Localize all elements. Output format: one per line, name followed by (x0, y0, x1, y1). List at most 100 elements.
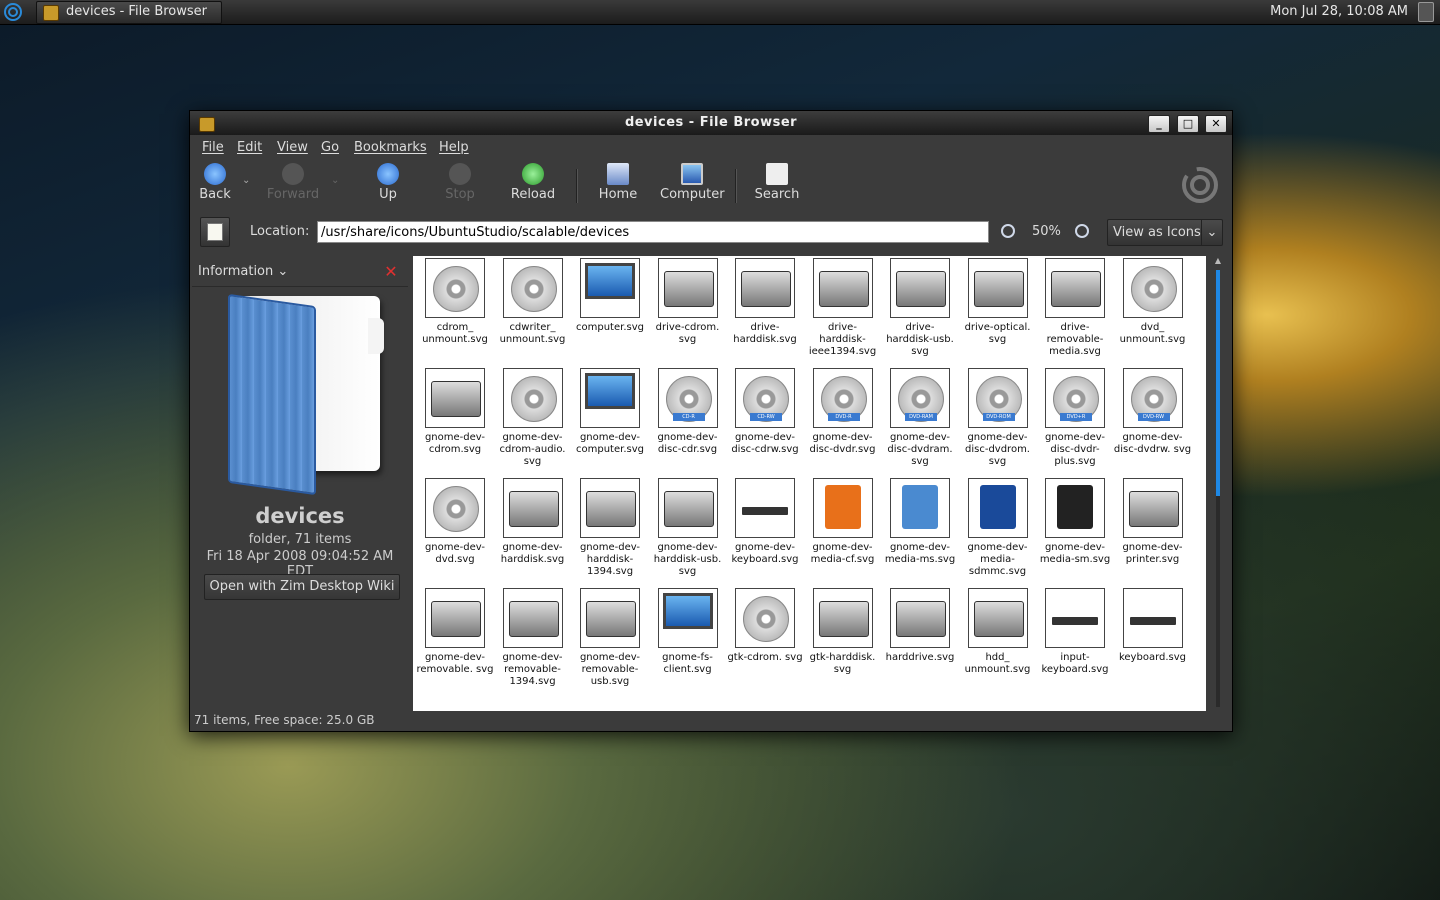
close-side-pane-icon[interactable]: ✕ (383, 264, 399, 280)
file-thumbnail-icon (425, 588, 485, 648)
home-button[interactable]: Home (598, 163, 638, 202)
file-thumbnail-icon: CD-R (657, 368, 718, 428)
ubuntustudio-menu-icon[interactable] (2, 1, 24, 23)
file-thumbnail-icon: DVD-R (812, 368, 873, 428)
file-thumbnail-icon (1122, 478, 1183, 538)
information-side-pane: Information ⌄ ✕ devices folder, 71 items… (192, 256, 408, 711)
trash-icon[interactable] (1418, 2, 1434, 22)
taskbar-button-file-browser[interactable]: devices - File Browser (36, 1, 222, 24)
file-item[interactable]: gnome-dev- cdrom.svg (416, 368, 494, 456)
file-item[interactable]: gnome-dev- printer.svg (1114, 478, 1192, 566)
file-item[interactable]: gtk-cdrom. svg (726, 588, 804, 664)
file-item[interactable]: gnome-dev- media- sdmmc.svg (959, 478, 1037, 578)
file-item[interactable]: input- keyboard.svg (1036, 588, 1114, 676)
file-thumbnail-icon (1045, 478, 1105, 538)
computer-button[interactable]: Computer (660, 163, 725, 202)
reload-button[interactable]: Reload (510, 163, 556, 202)
file-item[interactable]: gnome-dev- media-cf.svg (804, 478, 882, 566)
file-item[interactable]: hdd_ unmount.svg (959, 588, 1037, 676)
maximize-button[interactable]: □ (1177, 115, 1199, 133)
file-item[interactable]: cdwriter_ unmount.svg (494, 258, 572, 346)
open-with-button[interactable]: Open with Zim Desktop Wiki (204, 574, 400, 600)
file-item[interactable]: gnome-fs- client.svg (649, 588, 727, 676)
file-thumbnail-icon (735, 258, 795, 318)
file-name: gnome-dev- media-cf.svg (810, 542, 875, 565)
zoom-in-icon[interactable] (1075, 224, 1089, 238)
file-item[interactable]: gnome-dev- cdrom-audio. svg (494, 368, 572, 468)
file-item[interactable]: drive- harddisk-usb. svg (881, 258, 959, 358)
file-item[interactable]: keyboard.svg (1114, 588, 1192, 664)
file-item[interactable]: DVD-RW gnome-dev- disc-dvdrw. svg (1114, 368, 1192, 456)
file-thumbnail-icon (812, 258, 873, 318)
forward-label: Forward (266, 187, 320, 202)
file-name: gtk-cdrom. svg (727, 652, 803, 663)
file-item[interactable]: drive- harddisk- ieee1394.svg (804, 258, 882, 358)
computer-icon (681, 163, 703, 185)
scroll-up-arrow-icon[interactable]: ▲ (1212, 256, 1224, 266)
file-thumbnail-icon (967, 588, 1028, 648)
file-item[interactable]: gnome-dev- harddisk- 1394.svg (571, 478, 649, 578)
up-button[interactable]: Up (374, 163, 402, 202)
file-item[interactable]: gnome-dev- media-sm.svg (1036, 478, 1114, 566)
file-thumbnail-icon: CD-RW (735, 368, 795, 428)
file-item[interactable]: gnome-dev- removable. svg (416, 588, 494, 676)
toggle-location-edit-button[interactable] (200, 217, 230, 247)
zoom-out-icon[interactable] (1001, 224, 1015, 238)
menu-help[interactable]: Help (439, 140, 469, 155)
file-item[interactable]: gnome-dev- dvd.svg (416, 478, 494, 566)
file-item[interactable]: gnome-dev- media-ms.svg (881, 478, 959, 566)
menu-view[interactable]: View (277, 140, 308, 155)
file-item[interactable]: cdrom_ unmount.svg (416, 258, 494, 346)
view-mode-select[interactable]: View as Icons ⌄ (1107, 219, 1223, 246)
file-item[interactable]: drive- removable- media.svg (1036, 258, 1114, 358)
panel-clock[interactable]: Mon Jul 28, 10:08 AM (1270, 4, 1408, 19)
menu-bookmarks[interactable]: Bookmarks (354, 140, 427, 155)
file-item[interactable]: DVD-R gnome-dev- disc-dvdr.svg (804, 368, 882, 456)
file-item[interactable]: gnome-dev- computer.svg (571, 368, 649, 456)
file-item[interactable]: gtk-harddisk. svg (804, 588, 882, 676)
file-item[interactable]: gnome-dev- removable- usb.svg (571, 588, 649, 688)
file-item[interactable]: drive-cdrom. svg (649, 258, 727, 346)
vertical-scrollbar[interactable]: ▲ (1206, 256, 1230, 711)
file-item[interactable]: gnome-dev- keyboard.svg (726, 478, 804, 566)
minimize-button[interactable]: _ (1148, 115, 1170, 133)
file-item[interactable]: gnome-dev- harddisk-usb. svg (649, 478, 727, 578)
scrollbar-thumb[interactable] (1216, 270, 1220, 496)
side-pane-selector-label: Information (198, 264, 274, 279)
file-item[interactable]: computer.svg (571, 258, 649, 334)
folder-preview-icon (228, 293, 388, 496)
stop-button[interactable]: Stop (444, 163, 476, 202)
file-name: gnome-dev- harddisk-usb. svg (653, 542, 722, 577)
file-item[interactable]: DVD+R gnome-dev- disc-dvdr- plus.svg (1036, 368, 1114, 468)
menu-go[interactable]: Go (321, 140, 339, 155)
location-input[interactable] (317, 221, 989, 243)
file-item[interactable]: DVD-RAM gnome-dev- disc-dvdram. svg (881, 368, 959, 468)
file-item[interactable]: drive- harddisk.svg (726, 258, 804, 346)
file-item[interactable]: CD-RW gnome-dev- disc-cdrw.svg (726, 368, 804, 456)
back-history-chevron-icon[interactable]: ⌄ (242, 175, 250, 186)
file-name: drive- harddisk-usb. svg (886, 322, 954, 357)
file-thumbnail-icon (967, 478, 1028, 538)
file-item[interactable]: dvd_ unmount.svg (1114, 258, 1192, 346)
file-thumbnail-icon (1122, 258, 1183, 318)
file-item[interactable]: DVD-ROM gnome-dev- disc-dvdrom. svg (959, 368, 1037, 468)
side-pane-selector[interactable]: Information ⌄ (198, 264, 288, 279)
search-button[interactable]: Search (753, 163, 801, 202)
close-button[interactable]: ✕ (1205, 115, 1227, 133)
forward-history-chevron-icon[interactable]: ⌄ (331, 175, 339, 186)
back-button[interactable]: Back (199, 163, 231, 202)
menu-edit[interactable]: Edit (237, 140, 262, 155)
file-item[interactable]: harddrive.svg (881, 588, 959, 664)
file-item[interactable]: drive-optical. svg (959, 258, 1037, 346)
forward-button[interactable]: Forward (266, 163, 320, 202)
window-titlebar[interactable]: devices - File Browser _ □ ✕ (190, 111, 1232, 135)
file-item[interactable]: gnome-dev- harddisk.svg (494, 478, 572, 566)
file-thumbnail-icon (502, 588, 563, 648)
file-item[interactable]: gnome-dev- removable- 1394.svg (494, 588, 572, 688)
file-item[interactable]: CD-R gnome-dev- disc-cdr.svg (649, 368, 727, 456)
menu-file[interactable]: File (202, 140, 224, 155)
file-thumbnail-icon (580, 368, 640, 428)
up-arrow-icon (377, 163, 399, 185)
icon-view[interactable]: cdrom_ unmount.svg cdwriter_ unmount.svg c… (413, 256, 1206, 711)
file-browser-window: devices - File Browser _ □ ✕ File Edit V… (189, 110, 1233, 732)
